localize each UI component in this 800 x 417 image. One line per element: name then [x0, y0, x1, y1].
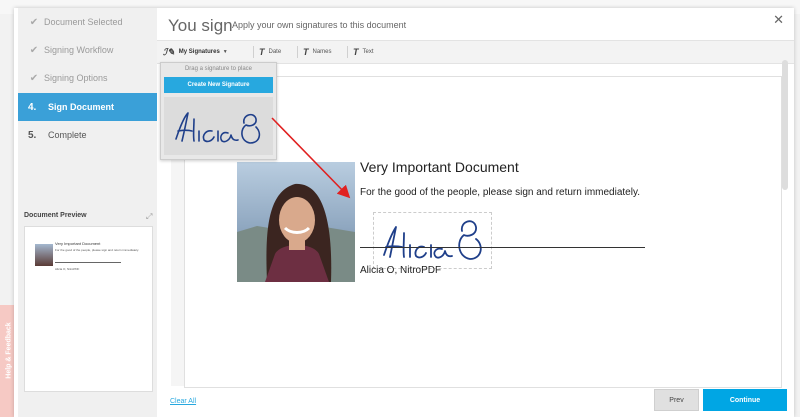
preview-photo — [35, 244, 53, 266]
toolbar-divider — [297, 46, 298, 58]
clear-all-link[interactable]: Clear All — [170, 398, 196, 405]
page-subtitle: Apply your own signatures to this docume… — [232, 20, 407, 30]
step-document-selected[interactable]: ✔ Document Selected — [18, 8, 157, 36]
step-number: 5. — [28, 129, 37, 141]
saved-signature-item[interactable] — [164, 97, 273, 155]
page-title: You sign — [168, 16, 233, 35]
vertical-scrollbar[interactable] — [782, 60, 788, 190]
my-signatures-dropdown[interactable]: ℐ✎ My Signatures ▼ — [163, 45, 228, 59]
placed-signature-image — [383, 220, 482, 260]
toolbar-divider — [347, 46, 348, 58]
signing-modal: ✔ Document Selected ✔ Signing Workflow ✔… — [14, 8, 794, 417]
checkmark-icon: ✔ — [29, 72, 39, 84]
names-label: Names — [312, 49, 332, 55]
names-tool[interactable]: T Names — [303, 45, 332, 59]
step-number: 4. — [28, 101, 37, 113]
prev-button[interactable]: Prev — [654, 389, 699, 411]
step-sign-document[interactable]: 4. Sign Document — [18, 93, 157, 121]
step-complete[interactable]: 5. Complete — [18, 121, 157, 149]
preview-doc-name: Alicia O, NitroPDF — [55, 267, 80, 271]
checkmark-icon: ✔ — [29, 44, 39, 56]
step-label: Document Selected — [44, 17, 123, 27]
document-body-text: For the good of the people, please sign … — [360, 187, 640, 198]
my-signatures-label: My Signatures — [178, 49, 220, 55]
placed-signature[interactable] — [373, 212, 492, 269]
document-preview-thumbnail[interactable]: Very Important Document For the good of … — [24, 226, 153, 392]
document-preview-title: Document Preview — [24, 212, 87, 219]
footer: Clear All Prev Continue — [157, 386, 794, 417]
portrait-image — [237, 162, 355, 282]
toolbar: ℐ✎ My Signatures ▼ T Date T Names T Text — [157, 40, 794, 64]
signature-thumbnail-image — [175, 112, 261, 144]
continue-button[interactable]: Continue — [703, 389, 787, 411]
signer-name: Alicia O, NitroPDF — [360, 265, 442, 276]
text-label: Text — [362, 49, 374, 55]
chevron-down-icon: ▼ — [222, 49, 228, 55]
signatures-dropdown-panel: Drag a signature to place Create New Sig… — [160, 62, 277, 160]
text-t-icon: T — [353, 47, 359, 57]
drag-hint: Drag a signature to place — [184, 66, 253, 72]
help-feedback-label: Help & Feedback — [5, 322, 13, 379]
signature-pen-icon: ℐ✎ — [163, 46, 175, 57]
preview-signature-line — [55, 262, 121, 263]
date-label: Date — [268, 49, 282, 55]
preview-doc-text: For the good of the people, please sign … — [55, 248, 139, 252]
text-tool[interactable]: T Text — [353, 45, 374, 59]
text-t-icon: T — [259, 47, 265, 57]
step-signing-options[interactable]: ✔ Signing Options — [18, 64, 157, 92]
sidebar: ✔ Document Selected ✔ Signing Workflow ✔… — [18, 8, 157, 417]
preview-doc-title: Very Important Document — [55, 241, 101, 246]
step-label: Signing Options — [44, 73, 108, 83]
toolbar-divider — [253, 46, 254, 58]
signature-line — [360, 247, 645, 248]
main-panel: You sign Apply your own signatures to th… — [157, 8, 794, 417]
text-t-icon: T — [303, 47, 309, 57]
date-tool[interactable]: T Date — [259, 45, 281, 59]
expand-icon[interactable]: ⤢ — [146, 212, 152, 222]
portrait-photo — [237, 162, 355, 282]
step-label: Sign Document — [48, 102, 115, 112]
document-title: Very Important Document — [360, 159, 519, 175]
step-label: Signing Workflow — [44, 45, 114, 55]
close-icon[interactable]: ✕ — [773, 12, 784, 28]
checkmark-icon: ✔ — [29, 16, 39, 28]
step-label: Complete — [48, 130, 87, 140]
create-new-signature-button[interactable]: Create New Signature — [164, 77, 273, 93]
step-signing-workflow[interactable]: ✔ Signing Workflow — [18, 36, 157, 64]
